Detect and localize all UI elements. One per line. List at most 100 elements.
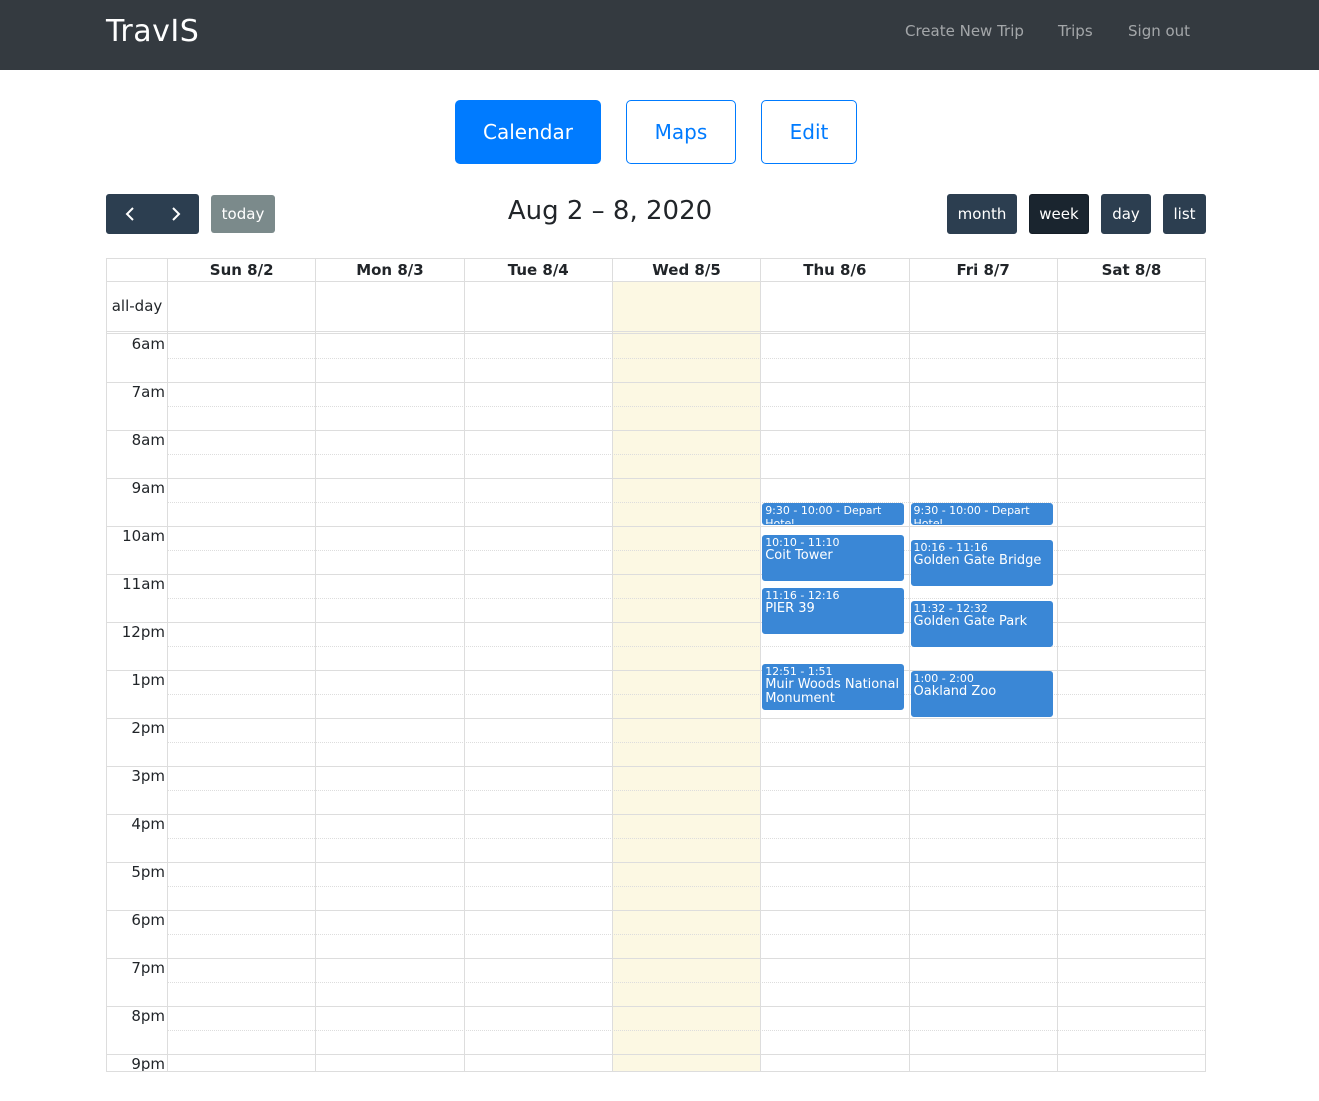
- half-hour-line: [167, 790, 1205, 791]
- brand-logo[interactable]: TravIS: [106, 14, 199, 49]
- time-label: 3pm: [131, 767, 165, 785]
- time-label: 6pm: [131, 911, 165, 929]
- day-column-header: Thu 8/6: [760, 259, 908, 281]
- allday-divider: [107, 333, 1205, 334]
- day-column-line: [611, 259, 613, 1071]
- allday-divider: [107, 331, 1205, 332]
- day-column-header: Sun 8/2: [167, 259, 315, 281]
- event-time: 12:51 - 1:51: [765, 664, 833, 678]
- prev-next-group: [106, 194, 199, 234]
- hour-line: [107, 910, 1205, 911]
- day-column-line: [315, 259, 317, 1071]
- view-mode-group: month: [947, 194, 1017, 234]
- nav-trips[interactable]: Trips: [1058, 22, 1093, 40]
- event-time: 11:16 - 12:16: [765, 588, 840, 602]
- event-time: 9:30 - 10:00 - Depart Hotel: [765, 504, 882, 525]
- half-hour-line: [167, 886, 1205, 887]
- calendar-event[interactable]: 11:16 - 12:16 PIER 39: [762, 587, 905, 634]
- event-title: Golden Gate Bridge: [913, 552, 1042, 568]
- time-label: 8pm: [131, 1007, 165, 1025]
- event-title: Golden Gate Park: [913, 613, 1028, 629]
- day-column-line: [167, 259, 168, 1071]
- half-hour-line: [167, 358, 1205, 359]
- event-title: Coit Tower: [765, 548, 833, 563]
- time-label: 11am: [122, 575, 165, 593]
- day-column-header: Fri 8/7: [908, 259, 1057, 281]
- half-hour-line: [167, 742, 1205, 743]
- nav-create-new-trip[interactable]: Create New Trip: [905, 22, 1024, 40]
- header-divider: [107, 281, 1205, 282]
- day-column-line: [463, 259, 465, 1071]
- event-time: 9:30 - 10:00 - Depart Hotel: [913, 504, 1030, 525]
- calendar-event[interactable]: 1:00 - 2:00 Oakland Zoo: [910, 671, 1053, 717]
- next-button[interactable]: [153, 194, 199, 234]
- day-column-header: Mon 8/3: [315, 259, 463, 281]
- time-label: 10am: [122, 527, 165, 545]
- half-hour-line: [167, 1030, 1205, 1031]
- chevron-right-icon: [172, 207, 181, 221]
- day-column-header: Sat 8/8: [1056, 259, 1205, 281]
- half-hour-line: [167, 934, 1205, 935]
- today-button[interactable]: today: [211, 195, 275, 233]
- calendar-event[interactable]: 10:16 - 11:16 Golden Gate Bridge: [910, 539, 1053, 586]
- calendar-title: Aug 2 – 8, 2020: [507, 196, 713, 226]
- half-hour-line: [167, 454, 1205, 455]
- list-view-button[interactable]: list: [1163, 194, 1206, 234]
- day-column-line: [1056, 259, 1058, 1071]
- hour-line: [107, 430, 1205, 431]
- day-column-header: Tue 8/4: [463, 259, 612, 281]
- time-label: 1pm: [131, 671, 165, 689]
- prev-button[interactable]: [106, 194, 153, 234]
- hour-line: [107, 814, 1205, 815]
- today-column-highlight: [611, 281, 761, 1071]
- day-column-header: Wed 8/5: [611, 259, 760, 281]
- hour-line: [107, 382, 1205, 383]
- half-hour-line: [167, 406, 1205, 407]
- nav-sign-out[interactable]: Sign out: [1128, 22, 1190, 40]
- time-label: 7am: [131, 383, 165, 401]
- event-title: Oakland Zoo: [913, 684, 997, 699]
- calendar-view-button[interactable]: Calendar: [455, 100, 601, 164]
- calendar-event[interactable]: 12:51 - 1:51 Muir Woods National Monument: [762, 663, 905, 710]
- time-label: 4pm: [131, 815, 165, 833]
- time-label: 8am: [131, 431, 165, 449]
- month-view-button[interactable]: month: [947, 194, 1017, 234]
- time-label: 9pm: [131, 1055, 165, 1072]
- time-label: 7pm: [131, 959, 165, 977]
- event-title: Muir Woods National Monument: [765, 676, 900, 706]
- time-label: 2pm: [131, 719, 165, 737]
- hour-line: [107, 526, 1205, 527]
- time-label: 12pm: [121, 623, 165, 641]
- calendar-event[interactable]: 10:10 - 11:10 Coit Tower: [762, 535, 905, 581]
- half-hour-line: [167, 838, 1205, 839]
- day-view-button[interactable]: day: [1101, 194, 1151, 234]
- half-hour-line: [167, 982, 1205, 983]
- event-time: 10:16 - 11:16: [913, 540, 988, 554]
- day-column-line: [908, 259, 910, 1071]
- top-navbar: TravIS Create New Trip Trips Sign out: [0, 0, 1319, 70]
- chevron-left-icon: [125, 207, 134, 221]
- calendar-event[interactable]: 9:30 - 10:00 - Depart Hotel: [910, 503, 1053, 525]
- hour-line: [107, 862, 1205, 863]
- week-view-button[interactable]: week: [1029, 194, 1089, 234]
- hour-line: [107, 1054, 1205, 1055]
- maps-view-button[interactable]: Maps: [626, 100, 736, 164]
- week-wrap: week: [1029, 194, 1089, 234]
- week-calendar-grid: all-day 6am 7am 8am 9am 10am 11am 12pm 1pm 2pm 3p…: [106, 258, 1206, 1072]
- hour-line: [107, 958, 1205, 959]
- hour-line: [107, 1006, 1205, 1007]
- edit-view-button[interactable]: Edit: [761, 100, 857, 164]
- event-time: 11:32 - 12:32: [913, 601, 988, 615]
- day-wrap: day: [1101, 194, 1151, 234]
- allday-label: all-day: [111, 296, 163, 315]
- list-wrap: list: [1163, 194, 1206, 234]
- hour-line: [107, 718, 1205, 719]
- time-label: 9am: [131, 479, 165, 497]
- hour-line: [107, 478, 1205, 479]
- time-label: 5pm: [131, 863, 165, 881]
- calendar-event[interactable]: 9:30 - 10:00 - Depart Hotel: [762, 503, 905, 525]
- hour-line: [107, 766, 1205, 767]
- calendar-event[interactable]: 11:32 - 12:32 Golden Gate Park: [910, 600, 1053, 647]
- event-title: PIER 39: [765, 600, 815, 616]
- day-column-line: [760, 259, 762, 1071]
